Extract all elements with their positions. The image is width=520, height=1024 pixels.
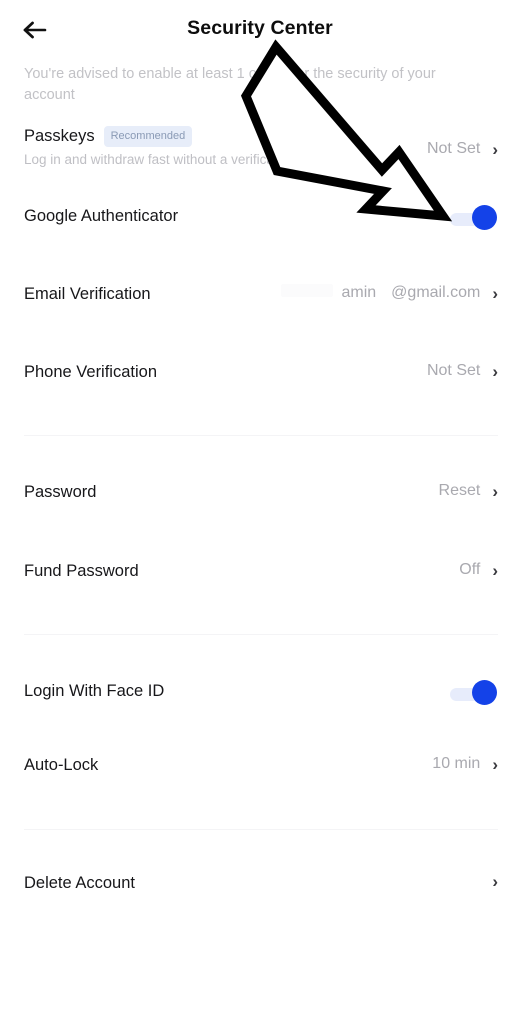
row-delete-account-left: Delete Account <box>24 871 480 895</box>
row-phone-verification-title-line: Phone Verification <box>24 360 417 384</box>
row-fund-password-right: Off › <box>459 559 498 579</box>
security-advice-note: You're advised to enable at least 1 opti… <box>24 66 436 103</box>
row-email-verification-left: Email Verification <box>24 282 271 306</box>
row-passkeys-subtitle: Log in and withdraw fast without a verif… <box>24 152 329 167</box>
row-email-verification-title-line: Email Verification <box>24 282 271 306</box>
chevron-right-icon[interactable]: › <box>492 562 498 579</box>
section-passwords: Password Reset › Fund Password Off › <box>0 436 520 603</box>
row-auto-lock-title-line: Auto-Lock <box>24 753 422 777</box>
face-id-toggle[interactable] <box>450 680 497 705</box>
row-fund-password-title: Fund Password <box>24 562 139 580</box>
row-passkeys-title: Passkeys <box>24 127 95 145</box>
row-phone-verification[interactable]: Phone Verification Not Set › <box>0 326 520 404</box>
row-password-left: Password <box>24 480 429 504</box>
chevron-right-icon[interactable]: › <box>492 756 498 773</box>
row-delete-account[interactable]: Delete Account › <box>0 830 520 915</box>
section-account: Delete Account › <box>0 830 520 915</box>
row-fund-password-left: Fund Password <box>24 559 449 583</box>
app-header: Security Center <box>0 0 520 58</box>
row-google-authenticator-right <box>450 204 498 230</box>
row-passkeys[interactable]: Passkeys Recommended Log in and withdraw… <box>0 106 520 170</box>
row-password-title: Password <box>24 483 97 501</box>
security-center-screen: Security Center You're advised to enable… <box>0 0 520 1024</box>
row-phone-verification-title: Phone Verification <box>24 363 158 381</box>
row-phone-verification-right: Not Set › <box>427 360 498 380</box>
row-fund-password-title-line: Fund Password <box>24 559 449 583</box>
email-masked-region <box>281 284 334 297</box>
row-google-authenticator-title: Google Authenticator <box>24 207 179 225</box>
row-phone-verification-left: Phone Verification <box>24 360 417 384</box>
row-auto-lock-left: Auto-Lock <box>24 753 422 777</box>
page-title: Security Center <box>187 17 333 39</box>
email-domain: @gmail.com <box>391 284 481 301</box>
row-passkeys-value: Not Set <box>426 140 481 157</box>
row-auto-lock-value: 10 min <box>432 755 481 772</box>
row-login-with-face-id-right <box>450 679 498 705</box>
row-delete-account-right: › <box>490 871 498 890</box>
chevron-right-icon[interactable]: › <box>492 483 498 500</box>
email-username: amin <box>341 284 377 301</box>
row-passkeys-title-line: Passkeys Recommended <box>24 124 417 148</box>
row-password-right: Reset › <box>439 480 498 500</box>
section-device: Login With Face ID Auto-Lock 10 min › <box>0 635 520 797</box>
row-auto-lock-title: Auto-Lock <box>24 756 99 774</box>
chevron-right-icon[interactable]: › <box>492 141 498 158</box>
row-login-with-face-id[interactable]: Login With Face ID <box>0 635 520 723</box>
toggle-knob <box>472 680 497 705</box>
row-passkeys-right: Not Set › <box>427 124 498 158</box>
row-password-value: Reset <box>438 482 481 499</box>
google-authenticator-toggle[interactable] <box>450 205 497 230</box>
row-email-verification-right: amin @gmail.com › <box>281 282 498 302</box>
row-password[interactable]: Password Reset › <box>0 436 520 524</box>
row-fund-password[interactable]: Fund Password Off › <box>0 524 520 603</box>
row-password-title-line: Password <box>24 480 429 504</box>
toggle-knob <box>472 205 497 230</box>
row-auto-lock[interactable]: Auto-Lock 10 min › <box>0 723 520 797</box>
row-auto-lock-right: 10 min › <box>432 753 498 773</box>
row-delete-account-title: Delete Account <box>24 874 135 892</box>
row-google-authenticator-title-line: Google Authenticator <box>24 204 440 228</box>
row-passkeys-left: Passkeys Recommended Log in and withdraw… <box>24 124 417 170</box>
section-verification: Passkeys Recommended Log in and withdraw… <box>0 106 520 404</box>
chevron-right-icon[interactable]: › <box>492 873 498 890</box>
row-google-authenticator[interactable]: Google Authenticator <box>0 170 520 248</box>
row-email-verification-title: Email Verification <box>24 285 151 303</box>
chevron-right-icon[interactable]: › <box>492 363 498 380</box>
row-login-with-face-id-left: Login With Face ID <box>24 679 440 703</box>
row-phone-verification-value: Not Set <box>426 362 481 379</box>
row-google-authenticator-left: Google Authenticator <box>24 204 440 228</box>
row-email-verification-value: amin @gmail.com <box>281 284 480 302</box>
chevron-right-icon[interactable]: › <box>492 285 498 302</box>
row-login-with-face-id-title: Login With Face ID <box>24 682 165 700</box>
row-login-with-face-id-title-line: Login With Face ID <box>24 679 440 703</box>
row-fund-password-value: Off <box>459 561 481 578</box>
row-delete-account-title-line: Delete Account <box>24 871 480 895</box>
recommended-badge: Recommended <box>103 125 193 147</box>
row-email-verification[interactable]: Email Verification amin @gmail.com › <box>0 248 520 326</box>
